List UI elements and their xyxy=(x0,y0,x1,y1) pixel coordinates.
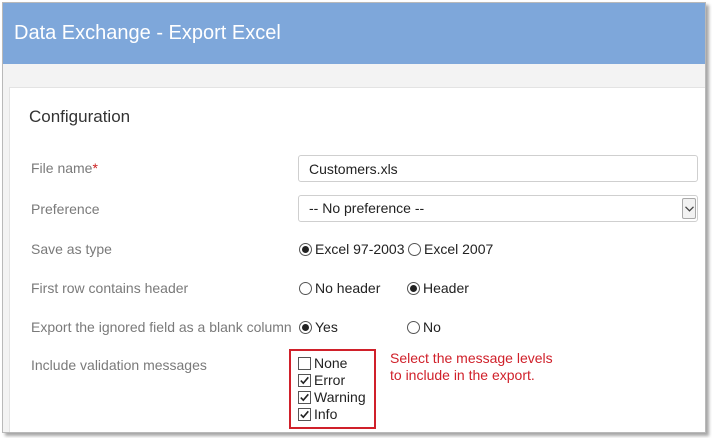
ignored-field-blank-label: Export the ignored field as a blank colu… xyxy=(31,319,292,335)
validation-info-checkbox[interactable]: Info xyxy=(298,406,337,422)
ignored-field-no-radio[interactable]: No xyxy=(407,319,441,335)
validation-none-checkbox[interactable]: None xyxy=(298,355,347,371)
checkbox-label: Warning xyxy=(314,389,366,405)
dropdown-arrow-button[interactable] xyxy=(682,198,696,219)
radio-label: Yes xyxy=(315,319,338,335)
validation-levels-highlight: None Error Warning Info xyxy=(289,349,376,429)
validation-messages-label: Include validation messages xyxy=(31,357,207,373)
radio-unselected-icon xyxy=(407,320,420,334)
checkbox-label: Error xyxy=(314,372,346,388)
validation-error-checkbox[interactable]: Error xyxy=(298,372,345,388)
radio-unselected-icon xyxy=(408,242,421,256)
checkbox-checked-icon xyxy=(298,407,311,421)
file-name-input[interactable] xyxy=(298,155,698,182)
annotation-line-2: to include in the export. xyxy=(390,367,535,383)
radio-label: Excel 97-2003 xyxy=(315,241,405,257)
annotation-line-1: Select the message levels xyxy=(390,350,553,366)
radio-selected-icon xyxy=(299,242,312,256)
ignored-field-yes-radio[interactable]: Yes xyxy=(299,319,338,335)
preference-selected-value: -- No preference -- xyxy=(309,200,425,216)
export-excel-window: Data Exchange - Export Excel Configurati… xyxy=(2,2,706,433)
preference-label: Preference xyxy=(31,201,100,217)
chevron-down-icon xyxy=(685,206,694,212)
file-name-label: File name* xyxy=(31,160,98,176)
section-title: Configuration xyxy=(29,107,131,126)
radio-selected-icon xyxy=(407,281,420,295)
save-as-excel-2007-radio[interactable]: Excel 2007 xyxy=(408,241,493,257)
save-as-excel-97-2003-radio[interactable]: Excel 97-2003 xyxy=(299,241,405,257)
checkbox-checked-icon xyxy=(298,373,311,387)
configuration-panel: Configuration File name* Preference -- N… xyxy=(9,87,705,432)
validation-annotation: Select the message levels to include in … xyxy=(390,350,553,384)
checkbox-label: Info xyxy=(314,406,338,422)
radio-label: No xyxy=(423,319,441,335)
checkbox-unchecked-icon xyxy=(298,356,311,370)
radio-label: Excel 2007 xyxy=(424,241,494,257)
radio-label: Header xyxy=(423,280,469,296)
radio-unselected-icon xyxy=(299,281,312,295)
radio-label: No header xyxy=(315,280,381,296)
preference-select[interactable]: -- No preference -- xyxy=(298,195,698,222)
save-as-type-label: Save as type xyxy=(31,241,112,257)
first-row-header-label: First row contains header xyxy=(31,280,189,296)
validation-warning-checkbox[interactable]: Warning xyxy=(298,389,366,405)
checkbox-checked-icon xyxy=(298,390,311,404)
radio-selected-icon xyxy=(299,320,312,334)
required-marker: * xyxy=(92,160,98,176)
no-header-radio[interactable]: No header xyxy=(299,280,380,296)
window-title: Data Exchange - Export Excel xyxy=(3,3,705,64)
header-radio[interactable]: Header xyxy=(407,280,469,296)
file-name-label-text: File name xyxy=(31,160,93,176)
checkbox-label: None xyxy=(314,355,348,371)
